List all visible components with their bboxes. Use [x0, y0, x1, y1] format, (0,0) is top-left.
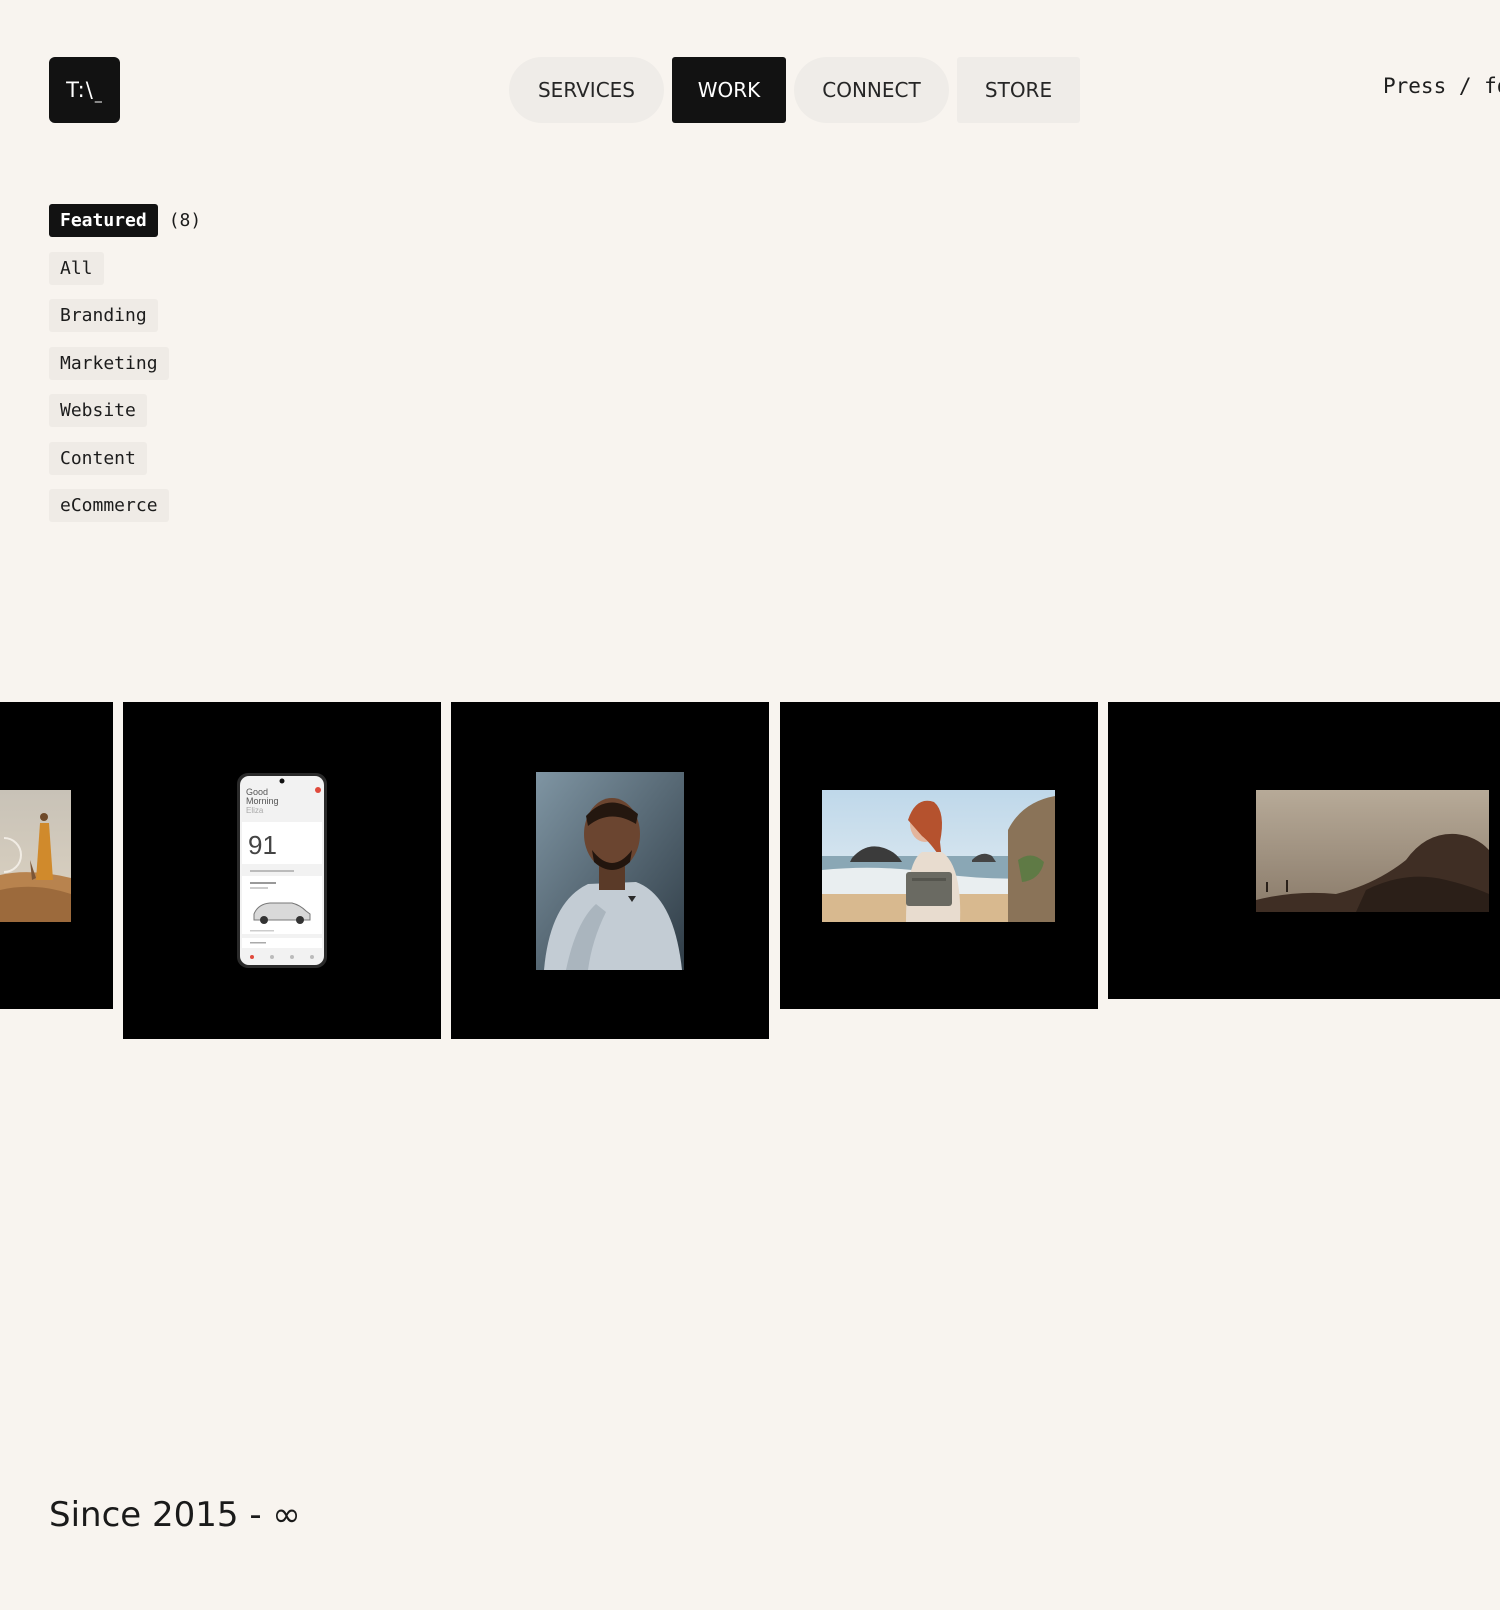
filter-all[interactable]: All [49, 251, 104, 285]
filter-content[interactable]: Content [49, 441, 147, 475]
nav-connect[interactable]: CONNECT [794, 57, 949, 123]
filter-marketing[interactable]: Marketing [49, 346, 169, 380]
work-card[interactable] [780, 702, 1098, 1009]
filter-row-ecommerce: eCommerce [49, 489, 309, 522]
since-tagline: Since 2015 - ∞ [49, 1495, 301, 1535]
logo-cursor: _ [94, 87, 103, 103]
work-card[interactable] [1108, 702, 1500, 999]
filter-row-website: Website [49, 394, 309, 427]
phone-score-value: 91 [248, 830, 277, 860]
work-card[interactable]: Good Morning Eliza 91 [123, 702, 441, 1039]
nav-store[interactable]: STORE [957, 57, 1080, 123]
work-thumbnail-athlete [536, 772, 684, 970]
work-card[interactable] [451, 702, 769, 1039]
filter-row-branding: Branding [49, 299, 309, 332]
search-shortcut-hint: Press / for [1383, 74, 1500, 98]
filter-website[interactable]: Website [49, 394, 147, 427]
home-logo[interactable]: T:\ _ [49, 57, 120, 123]
logo-text: T:\ [66, 78, 94, 102]
filter-featured-count: (8) [168, 210, 202, 231]
filter-row-all: All [49, 251, 309, 285]
main-nav: SERVICES WORK CONNECT STORE [509, 57, 1080, 123]
work-thumbnail-beach [822, 790, 1055, 922]
nav-work[interactable]: WORK [672, 57, 786, 123]
filter-row-marketing: Marketing [49, 346, 309, 380]
work-card[interactable] [0, 702, 113, 1009]
nav-services[interactable]: SERVICES [509, 57, 664, 123]
work-thumbnail-desert [0, 790, 71, 922]
work-thumbnail-phone-app: Good Morning Eliza 91 [236, 772, 328, 969]
phone-user-name: Eliza [246, 806, 264, 815]
work-filter-list: Featured (8) All Branding Marketing Webs… [49, 204, 309, 537]
filter-row-featured: Featured (8) [49, 204, 309, 237]
phone-greeting-line2: Morning [246, 796, 279, 806]
filter-branding[interactable]: Branding [49, 299, 158, 332]
filter-featured[interactable]: Featured [49, 204, 158, 237]
filter-row-content: Content [49, 441, 309, 475]
work-thumbnail-landscape [1256, 790, 1489, 912]
filter-ecommerce[interactable]: eCommerce [49, 489, 169, 522]
